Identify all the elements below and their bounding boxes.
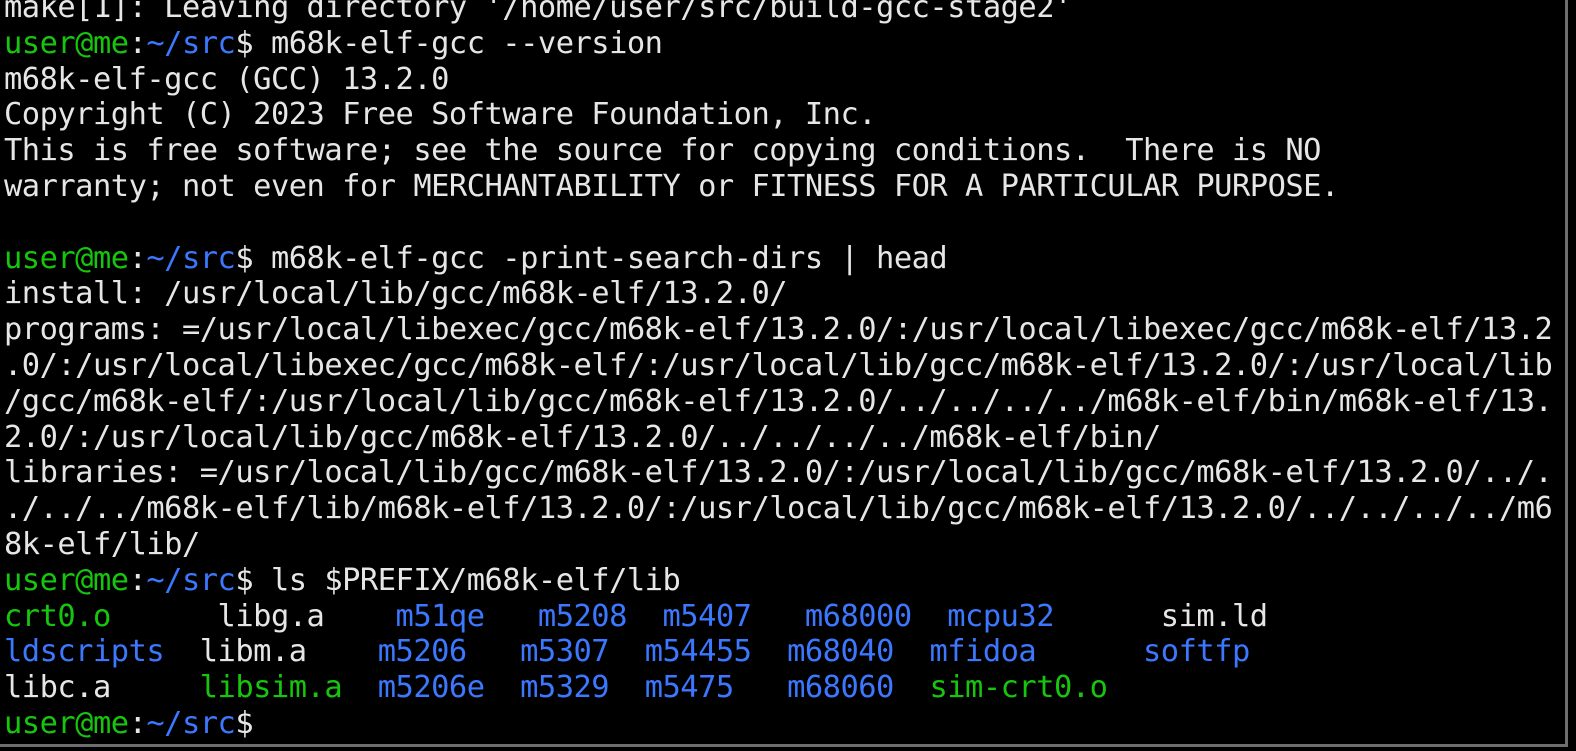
output-text: libsim.a bbox=[199, 670, 378, 706]
command-text: $ bbox=[235, 705, 271, 741]
output-text: : bbox=[128, 705, 147, 741]
prompt-path: ~/src bbox=[146, 240, 236, 276]
terminal-line: ldscripts libm.a m5206 m5307 m54455 m680… bbox=[4, 634, 1552, 670]
terminal-line: m68k-elf-gcc (GCC) 13.2.0 bbox=[4, 62, 1552, 98]
prompt-user: user@me bbox=[4, 705, 129, 741]
terminal-line: libraries: =/usr/local/lib/gcc/m68k-elf/… bbox=[4, 455, 1553, 491]
terminal-line: /gcc/m68k-elf/:/usr/local/lib/gcc/m68k-e… bbox=[4, 383, 1553, 420]
output-text: ./../../m68k-elf/lib/m68k-elf/13.2.0/:/u… bbox=[4, 491, 1553, 527]
command-text: $ m68k-elf-gcc --version bbox=[235, 25, 663, 61]
output-text: mfidoa bbox=[929, 634, 1143, 670]
output-text: libraries: =/usr/local/lib/gcc/m68k-elf/… bbox=[4, 455, 1553, 491]
output-text: programs: =/usr/local/libexec/gcc/m68k-e… bbox=[4, 312, 1553, 348]
terminal-line: ./../../m68k-elf/lib/m68k-elf/13.2.0/:/u… bbox=[4, 491, 1553, 527]
terminal-line: install: /usr/local/lib/gcc/m68k-elf/13.… bbox=[4, 276, 1552, 312]
output-text: libm.a bbox=[199, 634, 378, 670]
output-text: m68040 bbox=[787, 634, 930, 670]
output-text: ldscripts bbox=[4, 634, 200, 670]
terminal-line: user@me:~/src$ m68k-elf-gcc -print-searc… bbox=[4, 241, 1552, 277]
terminal-line: warranty; not even for MERCHANTABILITY o… bbox=[4, 169, 1552, 205]
output-text: sim.ld bbox=[1160, 598, 1268, 634]
output-text: .0/:/usr/local/libexec/gcc/m68k-elf/:/us… bbox=[4, 347, 1553, 383]
output-text: crt0.o bbox=[4, 598, 200, 634]
prompt-path: ~/src bbox=[146, 705, 236, 741]
output-text: m5208 bbox=[537, 598, 663, 634]
terminal-line: make[1]: Leaving directory '/home/user/s… bbox=[4, 0, 1552, 26]
prompt-user: user@me bbox=[4, 562, 129, 598]
terminal-line: crt0.o libg.a m51qe m5208 m5407 m68000 m… bbox=[4, 599, 1552, 635]
output-text: 8k-elf/lib/ bbox=[4, 526, 200, 562]
terminal-line: user@me:~/src$ m68k-elf-gcc --version bbox=[4, 26, 1552, 62]
terminal-line: Copyright (C) 2023 Free Software Foundat… bbox=[4, 97, 1552, 133]
output-text: mcpu32 bbox=[947, 598, 1161, 634]
terminal-line: programs: =/usr/local/libexec/gcc/m68k-e… bbox=[4, 312, 1553, 348]
terminal-line: libc.a libsim.a m5206e m5329 m5475 m6806… bbox=[4, 670, 1552, 706]
terminal-line: .0/:/usr/local/libexec/gcc/m68k-elf/:/us… bbox=[4, 347, 1553, 384]
output-text: : bbox=[128, 240, 147, 276]
output-text: m5475 bbox=[644, 670, 788, 706]
output-text: /gcc/m68k-elf/:/usr/local/lib/gcc/m68k-e… bbox=[4, 383, 1553, 419]
terminal-line: user@me:~/src$ ls $PREFIX/m68k-elf/lib bbox=[4, 563, 1552, 599]
output-text: softfp bbox=[1143, 634, 1250, 670]
output-text: m68k-elf-gcc (GCC) 13.2.0 bbox=[4, 61, 449, 97]
output-text: install: /usr/local/lib/gcc/m68k-elf/13.… bbox=[4, 276, 788, 312]
output-text: make[1]: Leaving directory '/home/user/s… bbox=[4, 0, 1072, 25]
output-text: Copyright (C) 2023 Free Software Foundat… bbox=[4, 97, 877, 133]
command-text: $ ls $PREFIX/m68k-elf/lib bbox=[235, 562, 681, 598]
output-text: m5307 bbox=[520, 634, 645, 670]
output-text: : bbox=[128, 562, 147, 598]
output-text: m54455 bbox=[644, 634, 788, 670]
command-text: $ m68k-elf-gcc -print-search-dirs | head bbox=[235, 240, 948, 276]
output-text: libg.a bbox=[199, 598, 396, 634]
output-text: m5206 bbox=[377, 634, 521, 670]
output-text: warranty; not even for MERCHANTABILITY o… bbox=[4, 168, 1339, 204]
output-text: m51qe bbox=[395, 598, 538, 634]
prompt-user: user@me bbox=[4, 240, 129, 276]
terminal-line: 8k-elf/lib/ bbox=[4, 527, 1552, 563]
terminal-line: This is free software; see the source fo… bbox=[4, 133, 1552, 169]
output-text: : bbox=[128, 25, 147, 61]
output-text: m5206e bbox=[377, 670, 521, 706]
prompt-path: ~/src bbox=[146, 25, 236, 61]
output-text: libc.a bbox=[4, 670, 200, 706]
terminal-window[interactable]: make[1]: Leaving directory '/home/user/s… bbox=[0, 0, 1568, 747]
prompt-user: user@me bbox=[4, 25, 129, 61]
output-text: sim-crt0.o bbox=[929, 670, 1108, 706]
terminal-line: 2.0/:/usr/local/lib/gcc/m68k-elf/13.2.0/… bbox=[4, 420, 1552, 456]
terminal-output[interactable]: make[1]: Leaving directory '/home/user/s… bbox=[4, 0, 1553, 742]
output-text: m5407 bbox=[662, 598, 805, 634]
output-text: m5329 bbox=[520, 670, 645, 706]
output-text: m68000 bbox=[804, 598, 948, 634]
output-text: 2.0/:/usr/local/lib/gcc/m68k-elf/13.2.0/… bbox=[4, 419, 1161, 455]
output-text: m68060 bbox=[787, 670, 930, 706]
output-text: This is free software; see the source fo… bbox=[4, 133, 1321, 169]
terminal-line: user@me:~/src$ bbox=[4, 706, 1552, 742]
prompt-path: ~/src bbox=[146, 562, 236, 598]
